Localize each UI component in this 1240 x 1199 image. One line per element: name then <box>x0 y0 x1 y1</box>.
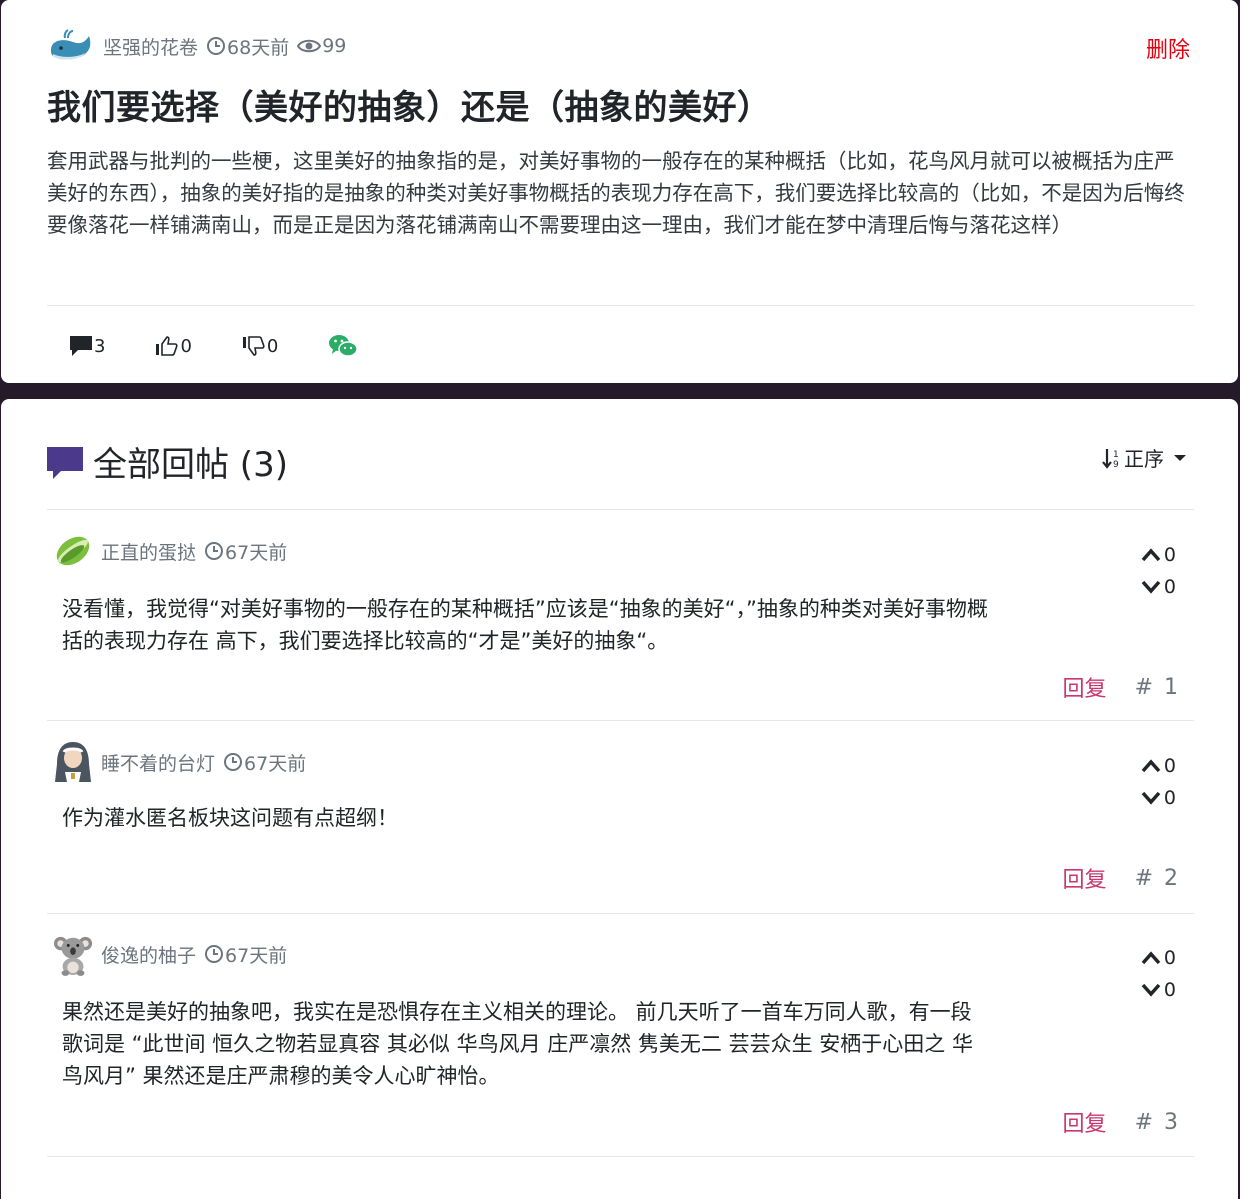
reply-time-text: 67天前 <box>225 541 288 564</box>
reply-body: 果然还是美好的抽象吧，我实在是恐惧存在主义相关的理论。 前几天听了一首车万同人歌… <box>62 1000 973 1088</box>
reply-time-text: 67天前 <box>244 752 307 775</box>
koala-avatar[interactable] <box>53 932 93 976</box>
comment-count: 3 <box>94 336 106 357</box>
post-author[interactable]: 坚强的花卷 <box>103 33 198 60</box>
upvote-button[interactable]: 0 <box>1141 942 1176 974</box>
dislike-count: 0 <box>266 336 279 357</box>
eye-icon <box>297 39 322 53</box>
reply-time: 67天前 <box>204 538 287 565</box>
reply-footer: 回复 # 2 <box>1063 862 1180 894</box>
post-divider <box>47 305 1194 306</box>
clock-icon <box>207 37 226 55</box>
clock-icon <box>205 945 224 963</box>
reply-body: 没看懂，我觉得“对美好事物的一般存在的某种概括”应该是“抽象的美好“，”抽象的种… <box>62 597 988 653</box>
reply-votes: 0 0 <box>1141 539 1176 603</box>
floor-number: # 1 <box>1134 674 1180 700</box>
sort-icon: 19 <box>1102 448 1119 469</box>
post-action-bar: 3 0 0 <box>69 333 409 359</box>
upvote-count: 0 <box>1163 947 1176 969</box>
upvote-count: 0 <box>1163 544 1176 566</box>
post-meta: 坚强的花卷 68天前 99 <box>47 26 354 66</box>
upvote-count: 0 <box>1163 755 1176 777</box>
sort-dropdown[interactable]: 19 正序 <box>1102 443 1186 472</box>
post-time-text: 68天前 <box>227 36 290 59</box>
reply-link[interactable]: 回复 <box>1063 1106 1107 1138</box>
upvote-button[interactable]: 0 <box>1141 539 1176 571</box>
reply-item: 睡不着的台灯 67天前 0 0 作为灌水匿名板块这问题有点超纲！ 回复 # 2 <box>47 740 1194 912</box>
reply-body: 作为灌水匿名板块这问题有点超纲！ <box>62 806 398 830</box>
replies-title: 全部回帖 (3) <box>93 445 288 485</box>
post-time: 68天前 <box>206 33 289 60</box>
arrow-up-icon <box>1141 951 1161 965</box>
chat-bubble-icon <box>47 446 83 479</box>
downvote-count: 0 <box>1163 576 1176 598</box>
arrow-up-icon <box>1141 759 1161 773</box>
replies-card: 全部回帖 (3) 19 正序 正直的蛋挞 67天前 0 0 没看懂，我觉得“对美… <box>1 399 1238 1199</box>
downvote-button[interactable]: 0 <box>1141 571 1176 603</box>
reply-divider <box>47 913 1194 914</box>
whale-avatar[interactable] <box>47 26 95 66</box>
replies-divider <box>47 509 1194 510</box>
delete-link[interactable]: 删除 <box>1146 32 1190 64</box>
reply-link[interactable]: 回复 <box>1063 671 1107 703</box>
like-button[interactable]: 0 <box>155 335 192 357</box>
reply-meta: 正直的蛋挞 67天前 <box>53 529 295 573</box>
clock-icon <box>205 542 224 560</box>
reply-footer: 回复 # 1 <box>1063 671 1180 703</box>
thumbs-down-icon <box>242 336 265 356</box>
replies-header: 全部回帖 (3) <box>47 437 288 486</box>
post-views: 99 <box>297 35 346 57</box>
reply-item: 正直的蛋挞 67天前 0 0 没看懂，我觉得“对美好事物的一般存在的某种概括”应… <box>47 529 1194 719</box>
reply-time: 67天前 <box>204 941 287 968</box>
arrow-down-icon <box>1141 580 1161 594</box>
reply-votes: 0 0 <box>1141 942 1176 1006</box>
reply-footer: 回复 # 3 <box>1063 1106 1180 1138</box>
reply-time-text: 67天前 <box>225 944 288 967</box>
floor-number: # 2 <box>1134 865 1180 891</box>
reply-author[interactable]: 正直的蛋挞 <box>101 538 196 565</box>
svg-text:1: 1 <box>1113 450 1119 460</box>
comment-button[interactable]: 3 <box>69 335 105 357</box>
clock-icon <box>224 753 243 771</box>
reply-author[interactable]: 睡不着的台灯 <box>101 749 215 776</box>
reply-meta: 俊逸的柚子 67天前 <box>53 932 295 976</box>
post-views-count: 99 <box>322 35 347 57</box>
post-body: 套用武器与批判的一些梗，这里美好的抽象指的是，对美好事物的一般存在的某种概括（比… <box>47 149 1185 237</box>
post-title: 我们要选择（美好的抽象）还是（抽象的美好） <box>47 88 772 128</box>
arrow-up-icon <box>1141 548 1161 562</box>
reply-divider <box>47 1156 1194 1157</box>
reply-divider <box>47 720 1194 721</box>
post-card: 坚强的花卷 68天前 99 删除 我们要选择（美好的抽象）还是（抽象的美好） 套… <box>1 0 1238 383</box>
wechat-share-button[interactable] <box>328 333 359 359</box>
arrow-down-icon <box>1141 791 1161 805</box>
svg-text:9: 9 <box>1113 460 1119 469</box>
downvote-count: 0 <box>1163 787 1176 809</box>
nun-avatar[interactable] <box>53 740 93 784</box>
downvote-button[interactable]: 0 <box>1141 782 1176 814</box>
thumbs-up-icon <box>156 336 179 356</box>
macaron-avatar[interactable] <box>53 529 93 573</box>
comment-icon <box>70 336 92 356</box>
reply-meta: 睡不着的台灯 67天前 <box>53 740 314 784</box>
wechat-icon <box>329 335 359 357</box>
reply-author[interactable]: 俊逸的柚子 <box>101 941 196 968</box>
sort-label: 正序 <box>1124 447 1164 471</box>
downvote-button[interactable]: 0 <box>1141 974 1176 1006</box>
reply-time: 67天前 <box>223 749 306 776</box>
floor-number: # 3 <box>1134 1109 1180 1135</box>
chevron-down-icon <box>1174 454 1186 461</box>
reply-link[interactable]: 回复 <box>1063 862 1107 894</box>
dislike-button[interactable]: 0 <box>242 335 278 357</box>
reply-item: 俊逸的柚子 67天前 0 0 果然还是美好的抽象吧，我实在是恐惧存在主义相关的理… <box>47 932 1194 1157</box>
like-count: 0 <box>180 336 192 357</box>
downvote-count: 0 <box>1163 979 1176 1001</box>
reply-votes: 0 0 <box>1141 750 1176 814</box>
upvote-button[interactable]: 0 <box>1141 750 1176 782</box>
arrow-down-icon <box>1141 983 1161 997</box>
